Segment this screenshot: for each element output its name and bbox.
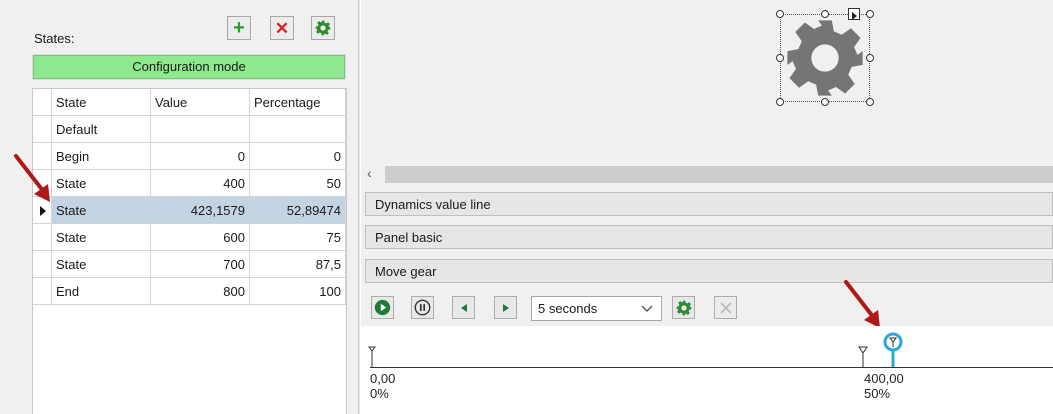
percentage-cell[interactable]: 75 (250, 224, 346, 251)
row-selector[interactable] (33, 278, 52, 305)
resize-handle[interactable] (776, 98, 784, 106)
percentage-cell[interactable]: 52,89474 (250, 197, 346, 224)
column-header-value[interactable]: Value (151, 89, 250, 116)
table-row[interactable]: State 700 87,5 (33, 251, 346, 278)
close-icon (719, 301, 732, 314)
timeline-mark-percent: 50% (864, 386, 891, 401)
percentage-cell[interactable]: 87,5 (250, 251, 346, 278)
percentage-cell[interactable]: 0 (250, 143, 346, 170)
splitter[interactable] (358, 0, 360, 414)
value-cell[interactable]: 800 (151, 278, 250, 305)
table-header: State Value Percentage (33, 89, 346, 116)
resize-handle[interactable] (821, 10, 829, 18)
resize-handle[interactable] (776, 10, 784, 18)
gear-icon (676, 300, 691, 315)
scrollbar-thumb[interactable] (385, 166, 1053, 183)
timeline-axis (370, 367, 1053, 368)
step-back-icon (460, 303, 467, 312)
value-cell[interactable]: 0 (151, 143, 250, 170)
start-marker-icon[interactable] (368, 346, 376, 368)
step-forward-button[interactable] (494, 296, 517, 319)
scroll-left-icon[interactable]: ‹ (367, 163, 383, 183)
state-marker-icon[interactable] (858, 346, 868, 368)
table-row-selected[interactable]: State 423,1579 52,89474 (33, 197, 346, 224)
timeline-mark-value: 400,00 (864, 371, 904, 386)
smart-tag-icon[interactable] (848, 8, 860, 20)
gear-icon (315, 20, 331, 36)
state-cell[interactable]: Default (52, 116, 151, 143)
mode-banner: Configuration mode (32, 54, 346, 80)
delete-icon: ✕ (274, 18, 290, 38)
current-position-cursor-icon[interactable] (882, 332, 904, 368)
plus-icon: + (233, 17, 245, 39)
resize-handle[interactable] (776, 54, 784, 62)
state-settings-button[interactable] (311, 16, 335, 40)
duration-value: 5 seconds (538, 301, 598, 316)
states-table: State Value Percentage Default Begin 0 0… (32, 88, 347, 414)
table-row[interactable]: End 800 100 (33, 278, 346, 305)
value-cell[interactable]: 400 (151, 170, 250, 197)
value-cell[interactable]: 423,1579 (151, 197, 250, 224)
state-cell[interactable]: Begin (52, 143, 151, 170)
state-cell[interactable]: State (52, 197, 151, 224)
resize-handle[interactable] (866, 10, 874, 18)
panel-dynamics-value-line[interactable]: Dynamics value line (365, 192, 1053, 216)
panel-move-gear[interactable]: Move gear (365, 259, 1053, 283)
play-icon (374, 299, 391, 316)
design-canvas[interactable] (361, 0, 1053, 162)
states-label: States: (34, 31, 75, 46)
row-selector[interactable] (33, 224, 52, 251)
play-button[interactable] (371, 296, 394, 319)
state-cell[interactable]: State (52, 224, 151, 251)
row-selector[interactable] (33, 116, 52, 143)
value-cell[interactable] (151, 116, 250, 143)
resize-handle[interactable] (866, 54, 874, 62)
row-selector[interactable] (33, 251, 52, 278)
state-cell[interactable]: End (52, 278, 151, 305)
column-header-state[interactable]: State (52, 89, 151, 116)
clear-button[interactable] (714, 296, 737, 319)
delete-state-button[interactable]: ✕ (270, 16, 294, 40)
timeline-start-value: 0,00 (370, 371, 396, 386)
timeline[interactable] (361, 326, 1053, 414)
percentage-cell[interactable]: 50 (250, 170, 346, 197)
percentage-cell[interactable]: 100 (250, 278, 346, 305)
timeline-start-percent: 0% (370, 386, 389, 401)
table-row[interactable]: Begin 0 0 (33, 143, 346, 170)
gear-icon[interactable] (784, 17, 866, 99)
state-cell[interactable]: State (52, 170, 151, 197)
resize-handle[interactable] (821, 98, 829, 106)
resize-handle[interactable] (866, 98, 874, 106)
column-header-percentage[interactable]: Percentage (250, 89, 346, 116)
value-cell[interactable]: 600 (151, 224, 250, 251)
percentage-cell[interactable] (250, 116, 346, 143)
add-state-button[interactable]: + (227, 16, 251, 40)
pause-button[interactable] (411, 296, 434, 319)
panel-basic[interactable]: Panel basic (365, 225, 1053, 249)
chevron-down-icon[interactable] (638, 299, 656, 317)
table-row[interactable]: State 400 50 (33, 170, 346, 197)
state-cell[interactable]: State (52, 251, 151, 278)
step-back-button[interactable] (452, 296, 475, 319)
table-row[interactable]: Default (33, 116, 346, 143)
step-forward-icon (502, 303, 509, 312)
selection-frame[interactable] (780, 14, 870, 102)
row-header-cell (33, 89, 52, 116)
value-cell[interactable]: 700 (151, 251, 250, 278)
pause-icon (414, 299, 431, 316)
annotation-arrow-icon (14, 154, 50, 202)
animation-settings-button[interactable] (672, 296, 695, 319)
table-row[interactable]: State 600 75 (33, 224, 346, 251)
